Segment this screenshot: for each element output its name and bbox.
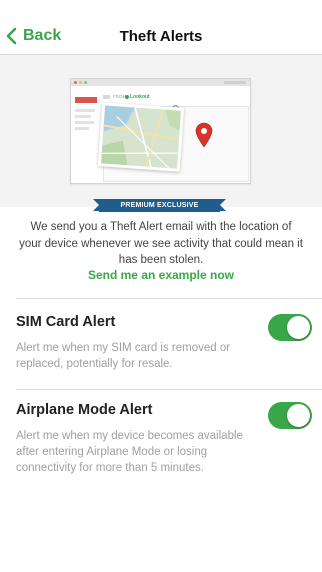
setting-description: Alert me when my device becomes availabl… bbox=[16, 430, 243, 474]
toggle-knob bbox=[287, 316, 310, 339]
mail-header-mock: FROM: Lookout bbox=[103, 93, 249, 101]
theft-alert-description: We send you a Theft Alert email with the… bbox=[19, 221, 303, 266]
compose-button-mock bbox=[75, 97, 97, 103]
map-photo bbox=[97, 102, 185, 172]
section-divider bbox=[16, 298, 322, 299]
hero-illustration: FROM: Lookout bbox=[0, 55, 322, 207]
window-dot bbox=[74, 81, 77, 84]
section-divider bbox=[16, 389, 322, 390]
sidebar-line bbox=[75, 121, 94, 124]
map-illustration bbox=[100, 105, 185, 172]
lookout-logo: Lookout bbox=[125, 93, 150, 101]
toggle-knob bbox=[287, 404, 310, 427]
lookout-logo-icon bbox=[125, 94, 129, 99]
sim-card-alert-toggle[interactable] bbox=[268, 314, 312, 341]
envelope-icon bbox=[103, 95, 110, 99]
sidebar-line bbox=[75, 115, 91, 118]
send-example-link[interactable]: Send me an example now bbox=[0, 268, 322, 282]
window-dot bbox=[84, 81, 87, 84]
sidebar-line bbox=[75, 109, 95, 112]
browser-title-bar bbox=[71, 79, 250, 86]
setting-title: SIM Card Alert bbox=[16, 314, 116, 330]
sidebar-line bbox=[75, 127, 89, 130]
mail-sidebar-mock bbox=[75, 97, 99, 177]
setting-title: Airplane Mode Alert bbox=[16, 402, 153, 418]
location-pin-icon bbox=[195, 122, 213, 148]
airplane-mode-alert-toggle[interactable] bbox=[268, 402, 312, 429]
lookout-brand-label: Lookout bbox=[130, 94, 150, 100]
setting-description: Alert me when my SIM card is removed or … bbox=[16, 342, 231, 370]
premium-badge: PREMIUM EXCLUSIVE bbox=[93, 199, 226, 212]
nav-bar: Back Theft Alerts bbox=[0, 0, 322, 55]
browser-search-mock bbox=[224, 81, 246, 84]
page-title: Theft Alerts bbox=[119, 28, 203, 45]
window-dot bbox=[79, 81, 82, 84]
